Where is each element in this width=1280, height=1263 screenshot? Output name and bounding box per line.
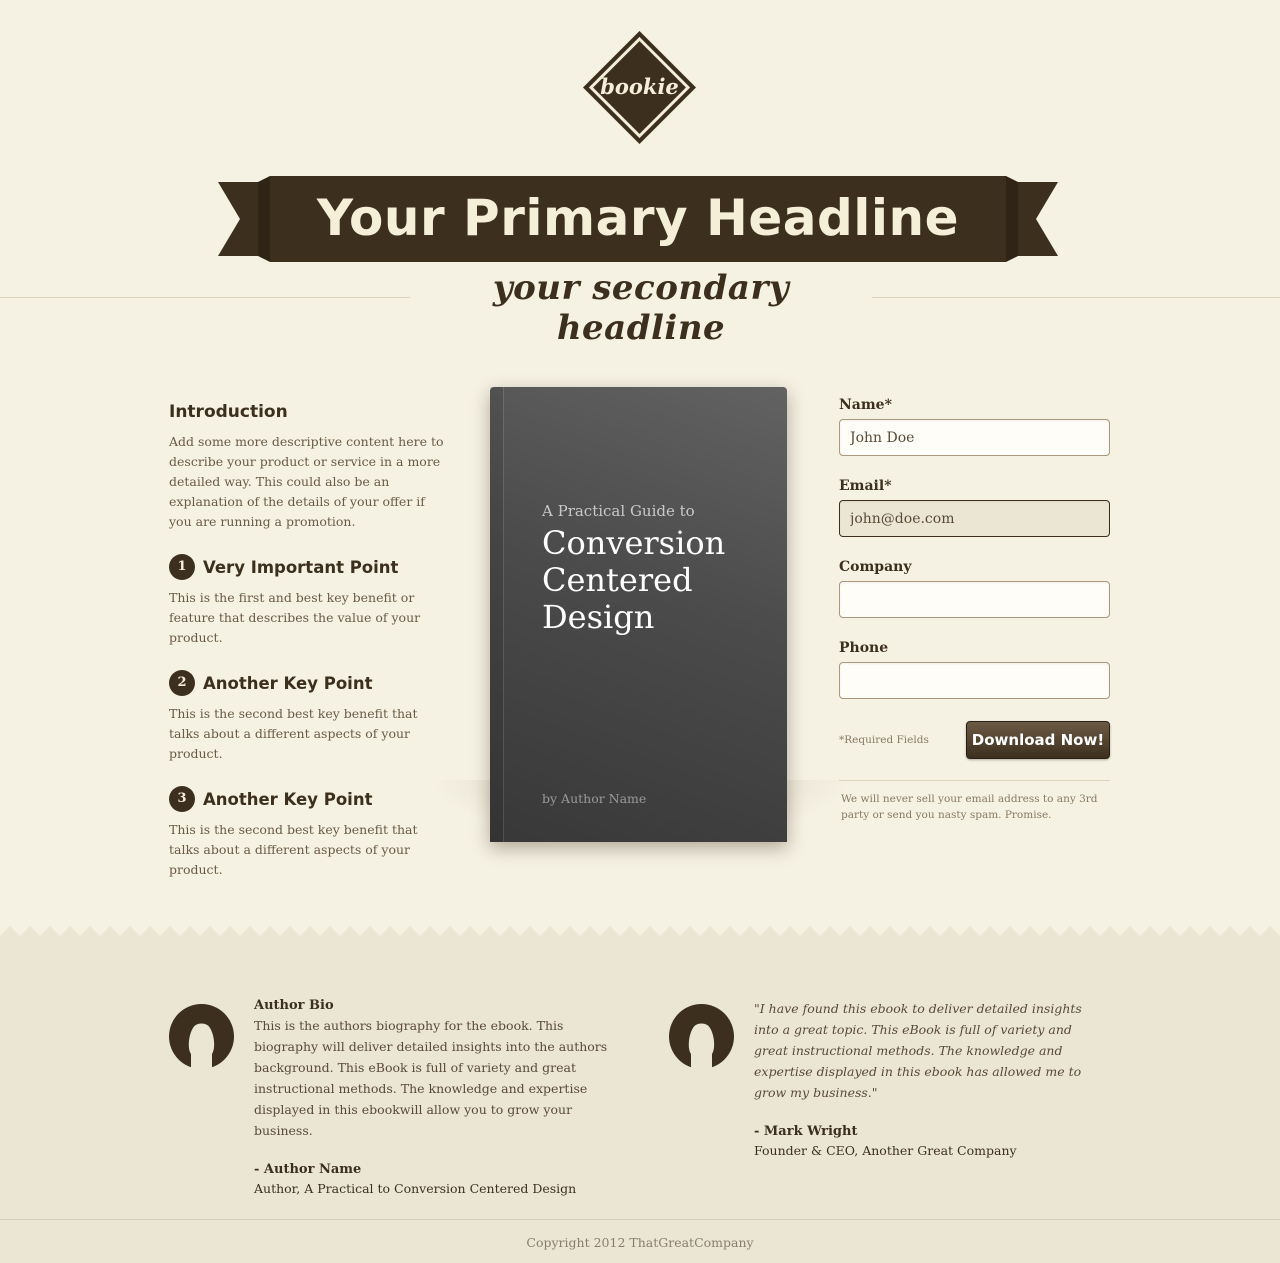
intro-column: Introduction Add some more descriptive c… [169,402,449,880]
book-title-line: Design [542,598,655,636]
book-author: by Author Name [542,791,647,806]
point-title: Another Key Point [203,789,373,809]
email-label: Email* [839,478,892,494]
key-point: 2 Another Key Point This is the second b… [169,670,449,764]
testimonial-quote: "I have found this ebook to deliver deta… [754,1001,1082,1100]
number-badge-icon: 2 [169,670,195,696]
bio-heading: Author Bio [254,998,334,1013]
form-divider [839,780,1110,781]
name-field[interactable] [839,419,1110,456]
testimonial-name: - Mark Wright [754,1124,858,1139]
phone-field[interactable] [839,662,1110,699]
download-now-button[interactable]: Download Now! [966,721,1110,759]
testimonial-role: Founder & CEO, Another Great Company [754,1143,1017,1158]
point-text: This is the second best key benefit that… [169,822,418,877]
headline-ribbon: Your Primary Headline [218,176,1058,262]
book-pre-title: A Practical Guide to [542,502,695,520]
point-title: Very Important Point [203,557,399,577]
divider-right [872,297,1280,298]
intro-text: Add some more descriptive content here t… [169,434,444,529]
footer-divider [0,1219,1280,1220]
hero-section: bookie Your Primary Headline your second… [0,0,1280,928]
logo-text: bookie [600,74,679,99]
phone-label: Phone [839,640,889,656]
testimonials-section: Author Bio This is the authors biography… [0,936,1280,1263]
bio-text: This is the authors biography for the eb… [254,1018,608,1138]
bio-role: Author, A Practical to Conversion Center… [254,1181,577,1196]
privacy-note: We will never sell your email address to… [841,793,1098,821]
ebook-cover: A Practical Guide to Conversion Centered… [490,387,787,842]
company-label: Company [839,559,912,575]
book-spine-line [503,387,504,842]
required-note: *Required Fields [839,734,929,746]
intro-title: Introduction [169,402,288,422]
point-title: Another Key Point [203,673,373,693]
company-field[interactable] [839,581,1110,618]
name-label: Name* [839,397,892,413]
download-form: Name* Email* Company Phone *Required Fie… [839,397,1110,823]
bio-name: - Author Name [254,1162,362,1177]
book-spine [490,387,503,842]
primary-headline: Your Primary Headline [316,189,960,247]
key-point: 3 Another Key Point This is the second b… [169,786,449,880]
copyright: Copyright 2012 ThatGreatCompany [526,1235,754,1250]
number-badge-icon: 1 [169,554,195,580]
email-field[interactable] [839,500,1110,537]
book-title-line: Conversion [542,524,726,562]
zigzag-divider [0,922,1280,936]
user-avatar-icon [669,1004,734,1069]
secondary-headline: your secondary headline [492,268,790,348]
divider-left [0,297,410,298]
key-point: 1 Very Important Point This is the first… [169,554,449,648]
point-text: This is the first and best key benefit o… [169,590,421,645]
book-title-line: Centered [542,561,693,599]
bookie-logo[interactable]: bookie [582,30,697,145]
point-text: This is the second best key benefit that… [169,706,418,761]
user-avatar-icon [169,1004,234,1069]
diamond-logo-icon: bookie [583,31,696,144]
form-footer: *Required Fields Download Now! [839,721,1110,759]
number-badge-icon: 3 [169,786,195,812]
book-title: Conversion Centered Design [542,525,725,636]
